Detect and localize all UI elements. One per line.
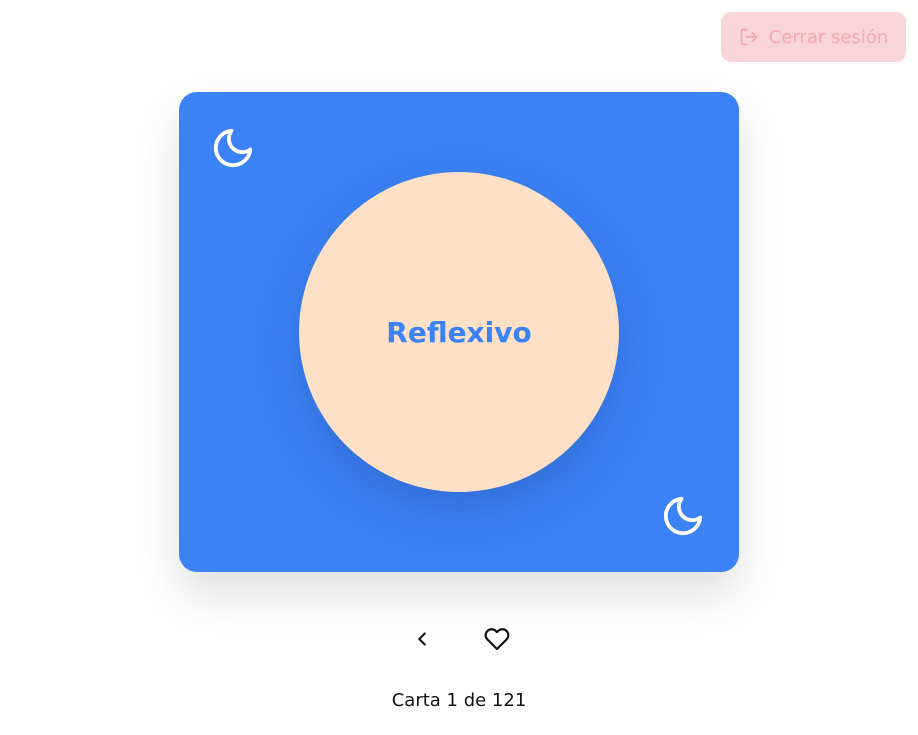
heart-icon bbox=[484, 626, 510, 655]
favorite-button[interactable] bbox=[477, 620, 517, 660]
word-card[interactable]: Reflexivo bbox=[179, 92, 739, 572]
moon-icon bbox=[210, 125, 256, 171]
logout-label: Cerrar sesión bbox=[768, 26, 889, 48]
card-controls bbox=[0, 620, 918, 660]
moon-icon bbox=[660, 493, 706, 539]
previous-card-button[interactable] bbox=[402, 620, 442, 660]
chevron-left-icon bbox=[411, 628, 433, 653]
app-screen: Cerrar sesión Reflexivo Carta 1 de 121 bbox=[0, 0, 918, 735]
word-circle: Reflexivo bbox=[299, 172, 619, 492]
card-word: Reflexivo bbox=[386, 315, 532, 349]
card-counter: Carta 1 de 121 bbox=[391, 690, 527, 711]
logout-icon bbox=[739, 27, 759, 47]
logout-button[interactable]: Cerrar sesión bbox=[721, 12, 906, 62]
